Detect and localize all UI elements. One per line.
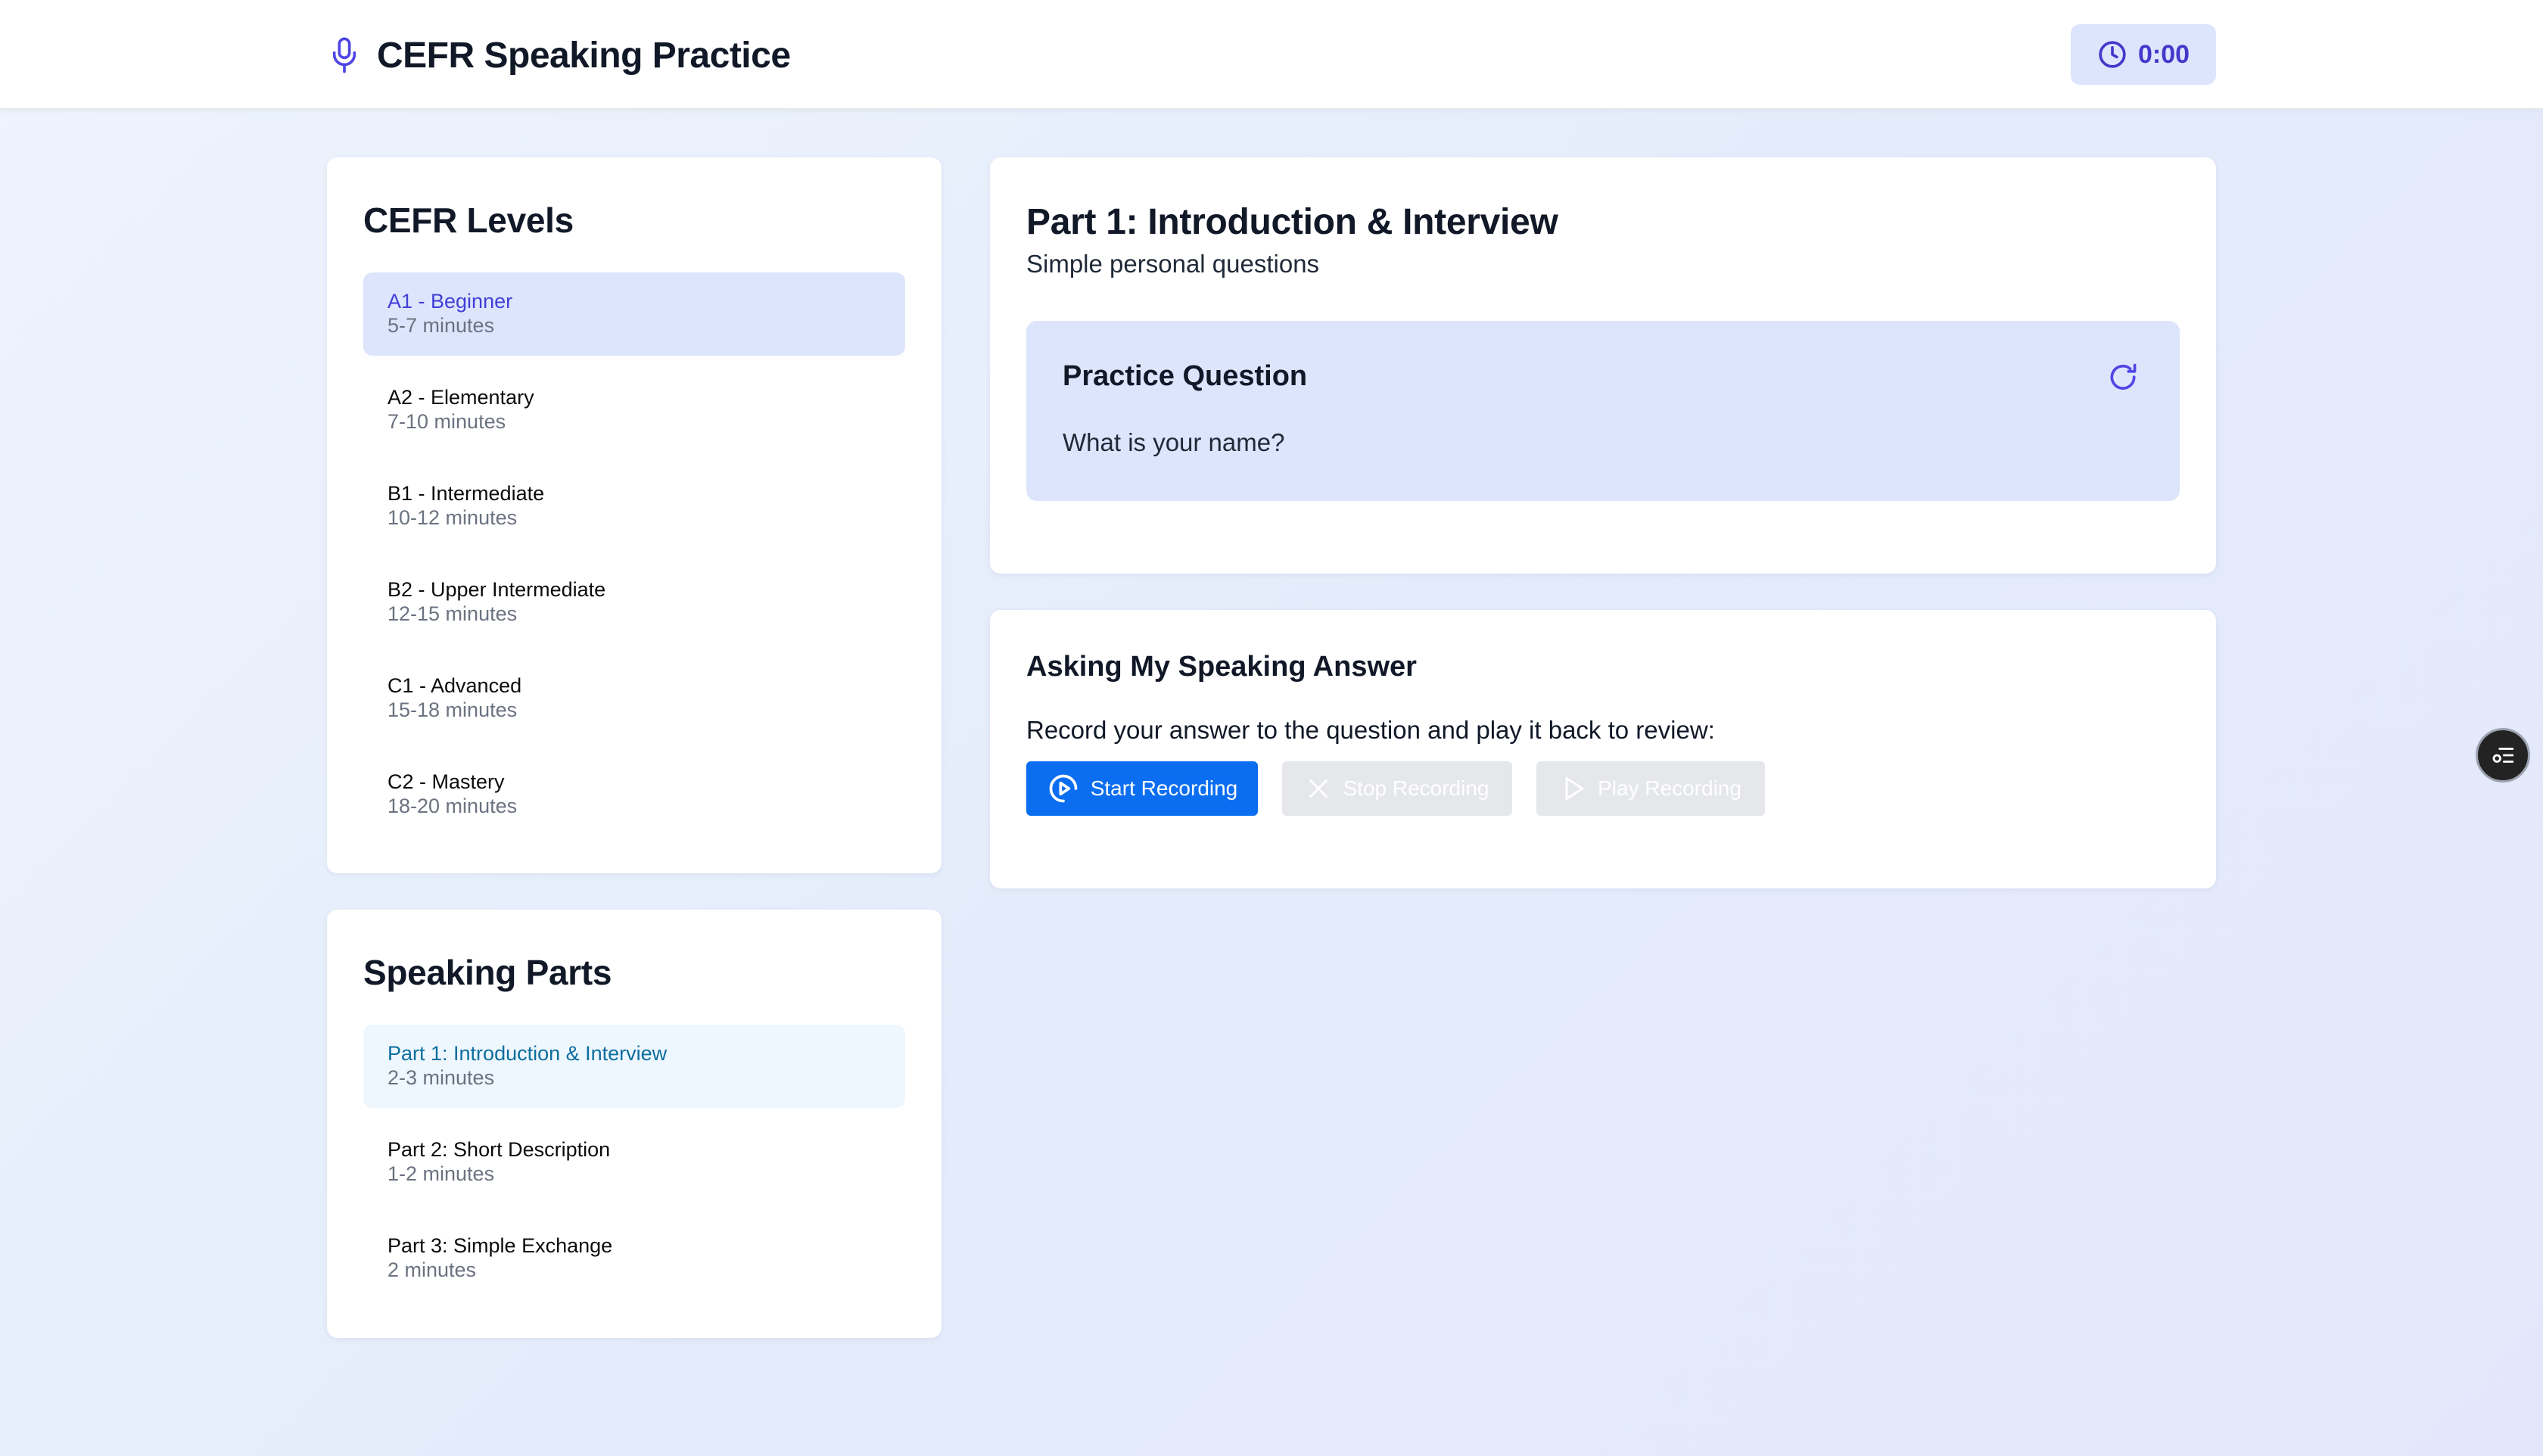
timer-value: 0:00 xyxy=(2137,39,2190,69)
settings-list-icon xyxy=(2490,742,2516,768)
play-circle-icon xyxy=(1047,772,1080,805)
answer-title: Asking My Speaking Answer xyxy=(1026,651,1417,683)
part-item-3[interactable]: Part 3: Simple Exchange 2 minutes xyxy=(363,1217,905,1300)
level-item-b1[interactable]: B1 - Intermediate 10-12 minutes xyxy=(363,465,905,548)
part-title: Part 1: Introduction & Interview xyxy=(1026,202,1558,242)
floating-settings-button[interactable] xyxy=(2476,728,2530,782)
level-label: A1 - Beginner xyxy=(388,290,513,313)
level-duration: 10-12 minutes xyxy=(388,506,518,529)
level-label: C2 - Mastery xyxy=(388,770,505,793)
speaking-parts-title: Speaking Parts xyxy=(363,953,612,992)
level-label: B1 - Intermediate xyxy=(388,482,545,505)
stop-recording-label: Stop Recording xyxy=(1343,776,1489,800)
app-header: CEFR Speaking Practice 0:00 xyxy=(0,0,2543,110)
question-panel: Part 1: Introduction & Interview Simple … xyxy=(990,157,2216,574)
level-item-b2[interactable]: B2 - Upper Intermediate 12-15 minutes xyxy=(363,561,905,644)
practice-question-title: Practice Question xyxy=(1063,360,1308,392)
level-duration: 15-18 minutes xyxy=(388,698,518,721)
start-recording-label: Start Recording xyxy=(1090,776,1238,800)
brand: CEFR Speaking Practice xyxy=(327,29,791,82)
play-icon xyxy=(1560,775,1587,802)
level-item-c1[interactable]: C1 - Advanced 15-18 minutes xyxy=(363,657,905,740)
part-item-1[interactable]: Part 1: Introduction & Interview 2-3 min… xyxy=(363,1025,905,1108)
answer-instructions: Record your answer to the question and p… xyxy=(1026,716,1715,744)
cefr-levels-title: CEFR Levels xyxy=(363,201,574,240)
refresh-icon xyxy=(2106,361,2140,394)
cefr-levels-list: A1 - Beginner 5-7 minutes A2 - Elementar… xyxy=(363,272,905,849)
level-duration: 12-15 minutes xyxy=(388,602,518,625)
clock-icon xyxy=(2097,39,2127,70)
answer-panel: Asking My Speaking Answer Record your an… xyxy=(990,610,2216,888)
part-label: Part 1: Introduction & Interview xyxy=(388,1042,668,1065)
part-duration: 2-3 minutes xyxy=(388,1066,495,1089)
timer-badge: 0:00 xyxy=(2071,24,2216,85)
play-recording-label: Play Recording xyxy=(1598,776,1742,800)
level-label: A2 - Elementary xyxy=(388,386,534,409)
part-subtitle: Simple personal questions xyxy=(1026,250,1320,278)
play-recording-button[interactable]: Play Recording xyxy=(1536,761,1765,816)
level-item-a2[interactable]: A2 - Elementary 7-10 minutes xyxy=(363,369,905,452)
part-label: Part 2: Short Description xyxy=(388,1138,611,1161)
level-duration: 5-7 minutes xyxy=(388,314,495,337)
app-title: CEFR Speaking Practice xyxy=(377,35,791,76)
start-recording-button[interactable]: Start Recording xyxy=(1026,761,1258,816)
recording-controls: Start Recording Stop Recording Play Reco… xyxy=(1026,761,1765,816)
part-item-2[interactable]: Part 2: Short Description 1-2 minutes xyxy=(363,1121,905,1204)
stop-recording-button[interactable]: Stop Recording xyxy=(1282,761,1512,816)
part-duration: 1-2 minutes xyxy=(388,1162,495,1185)
practice-question-text: What is your name? xyxy=(1063,428,1285,456)
x-icon xyxy=(1305,775,1332,802)
part-label: Part 3: Simple Exchange xyxy=(388,1234,613,1257)
part-duration: 2 minutes xyxy=(388,1258,477,1281)
practice-question-box: Practice Question What is your name? xyxy=(1026,321,2180,501)
level-duration: 7-10 minutes xyxy=(388,410,506,433)
level-duration: 18-20 minutes xyxy=(388,795,518,817)
level-label: B2 - Upper Intermediate xyxy=(388,578,606,601)
level-item-a1[interactable]: A1 - Beginner 5-7 minutes xyxy=(363,272,905,356)
level-label: C1 - Advanced xyxy=(388,674,522,697)
cefr-levels-panel: CEFR Levels A1 - Beginner 5-7 minutes A2… xyxy=(327,157,942,873)
speaking-parts-list: Part 1: Introduction & Interview 2-3 min… xyxy=(363,1025,905,1313)
refresh-question-button[interactable] xyxy=(2101,356,2145,400)
speaking-parts-panel: Speaking Parts Part 1: Introduction & In… xyxy=(327,910,942,1338)
level-item-c2[interactable]: C2 - Mastery 18-20 minutes xyxy=(363,753,905,836)
microphone-icon xyxy=(327,36,362,75)
